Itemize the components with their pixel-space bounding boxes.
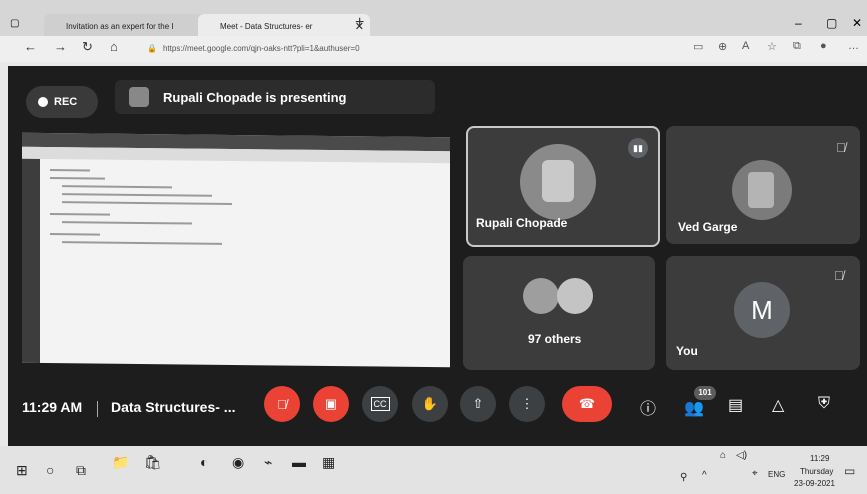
mic-off-icon: 🎙̸ [277,396,287,412]
favorite-icon[interactable]: ☆ [767,40,777,53]
activities-icon[interactable]: △ [772,395,784,415]
taskbar-date: 23-09-2021 [794,479,835,488]
record-dot-icon [38,97,48,107]
taskbar-day: Thursday [800,467,834,476]
presenting-label: Rupali Chopade is presenting [163,89,347,105]
participant-name: You [676,344,698,358]
lock-icon: 🔒 [147,44,157,53]
avatar [557,278,593,314]
meeting-title: Data Structures- ... [111,399,236,415]
code-line [50,213,110,216]
pinned-app-icon[interactable]: ⌁ [264,454,272,471]
pinned-app-icon[interactable]: ▦ [322,454,335,471]
refresh-icon[interactable]: ↻ [82,39,93,55]
participant-tile-rupali[interactable]: ▮▮ Rupali Chopade [466,126,660,247]
speaking-indicator-icon: ▮▮ [628,138,648,158]
participant-name: Rupali Chopade [476,216,568,230]
people-tray-icon[interactable]: ⚲ [680,472,687,483]
show-hidden-icons[interactable]: ^ [702,470,707,481]
hand-icon: ✋ [421,396,439,411]
taskbar-time[interactable]: 11:29 [810,454,829,463]
shared-window-sidebar [22,158,40,363]
minimize-button[interactable]: – [795,16,802,30]
mic-toggle-button[interactable]: 🎙̸ [264,386,300,422]
more-icon[interactable]: … [848,40,859,52]
url-field[interactable]: 🔒 https://meet.google.com/qjn-oaks-ntt?pl… [147,40,667,58]
start-icon[interactable]: ⊞ [16,462,28,479]
address-bar: ← → ↻ ⌂ 🔒 https://meet.google.com/qjn-oak… [0,36,867,62]
participant-tile-others[interactable]: 97 others [463,256,655,370]
browser-tab-bar: ▢ Invitation as an expert for the I ✕ Me… [0,0,867,40]
participant-tile-ved[interactable]: 🎙̸ Ved Garge [666,126,860,244]
profile-photo [748,172,774,208]
presenting-banner: Rupali Chopade is presenting [115,80,435,114]
participant-name: 97 others [528,332,582,346]
info-icon[interactable]: ⓘ [640,395,656,419]
profile-icon[interactable]: ● [820,40,827,52]
location-icon[interactable]: ⌖ [752,468,758,479]
forward-icon[interactable]: → [54,39,67,54]
more-vert-icon: ⋮ [520,396,534,411]
host-controls-icon[interactable]: ⛨ [818,395,830,413]
window-menu-icon[interactable]: ▢ [10,18,19,29]
code-line [62,193,212,197]
presenter-thumbnail-icon [129,87,149,107]
language-indicator[interactable]: ENG [768,470,785,479]
mic-off-icon: 🎙̸ [836,140,846,155]
new-tab-button[interactable]: + [355,14,364,32]
profile-photo [542,160,574,202]
captions-icon: CC [370,397,390,411]
network-icon[interactable]: ⌂ [720,450,726,461]
present-button[interactable]: ⇧ [460,386,496,422]
edge-icon[interactable]: ◐ [200,454,208,470]
reader-icon[interactable]: ▭ [693,40,703,53]
code-line [50,177,105,180]
people-icon[interactable]: 👥 [684,398,704,418]
close-window-button[interactable]: ✕ [852,16,862,30]
shared-screen[interactable] [22,132,450,368]
home-icon[interactable]: ⌂ [110,39,118,54]
meeting-clock: 11:29 AM [22,399,83,415]
participant-tile-you[interactable]: M 🎙̸ You [666,256,860,370]
camera-toggle-button[interactable]: ▣ [313,386,349,422]
code-line [62,221,192,225]
store-icon[interactable]: 🛍 [144,454,162,471]
you-avatar: M [734,282,790,338]
chrome-icon[interactable]: ◉ [232,454,244,471]
maximize-button[interactable]: ▢ [826,16,837,30]
participant-name: Ved Garge [678,220,738,234]
tab-label: Meet - Data Structures- er [220,22,313,31]
pinned-app-icon[interactable]: ▬ [292,454,306,470]
code-line [62,241,222,245]
tab-label: Invitation as an expert for the I [66,22,174,31]
code-line [62,185,172,189]
zoom-icon[interactable]: ⊕ [718,40,727,53]
volume-icon[interactable]: ◁) [736,450,747,461]
read-aloud-icon[interactable]: A [742,40,749,52]
code-line [50,233,100,236]
avatar [523,278,559,314]
captions-button[interactable]: CC [362,386,398,422]
leave-call-button[interactable]: ☎ [562,386,612,422]
more-options-button[interactable]: ⋮ [509,386,545,422]
recording-badge: REC [26,86,98,118]
divider [97,401,98,417]
present-screen-icon: ⇧ [472,396,484,411]
mic-off-icon: 🎙̸ [834,268,844,283]
file-explorer-icon[interactable]: 📁 [112,454,129,471]
task-view-icon[interactable]: ⧉ [76,462,86,479]
chat-icon[interactable]: ▤ [728,395,743,415]
notifications-icon[interactable]: ▭ [844,464,855,478]
collections-icon[interactable]: ⧉ [793,40,801,53]
raise-hand-button[interactable]: ✋ [412,386,448,422]
hang-up-icon: ☎ [578,396,596,411]
code-line [62,201,232,205]
code-line [50,169,90,172]
url-text: https://meet.google.com/qjn-oaks-ntt?pli… [162,44,360,53]
camera-off-icon: ▣ [324,396,338,411]
rec-label: REC [54,96,78,108]
search-icon[interactable]: ○ [46,462,54,478]
back-icon[interactable]: ← [24,39,37,54]
